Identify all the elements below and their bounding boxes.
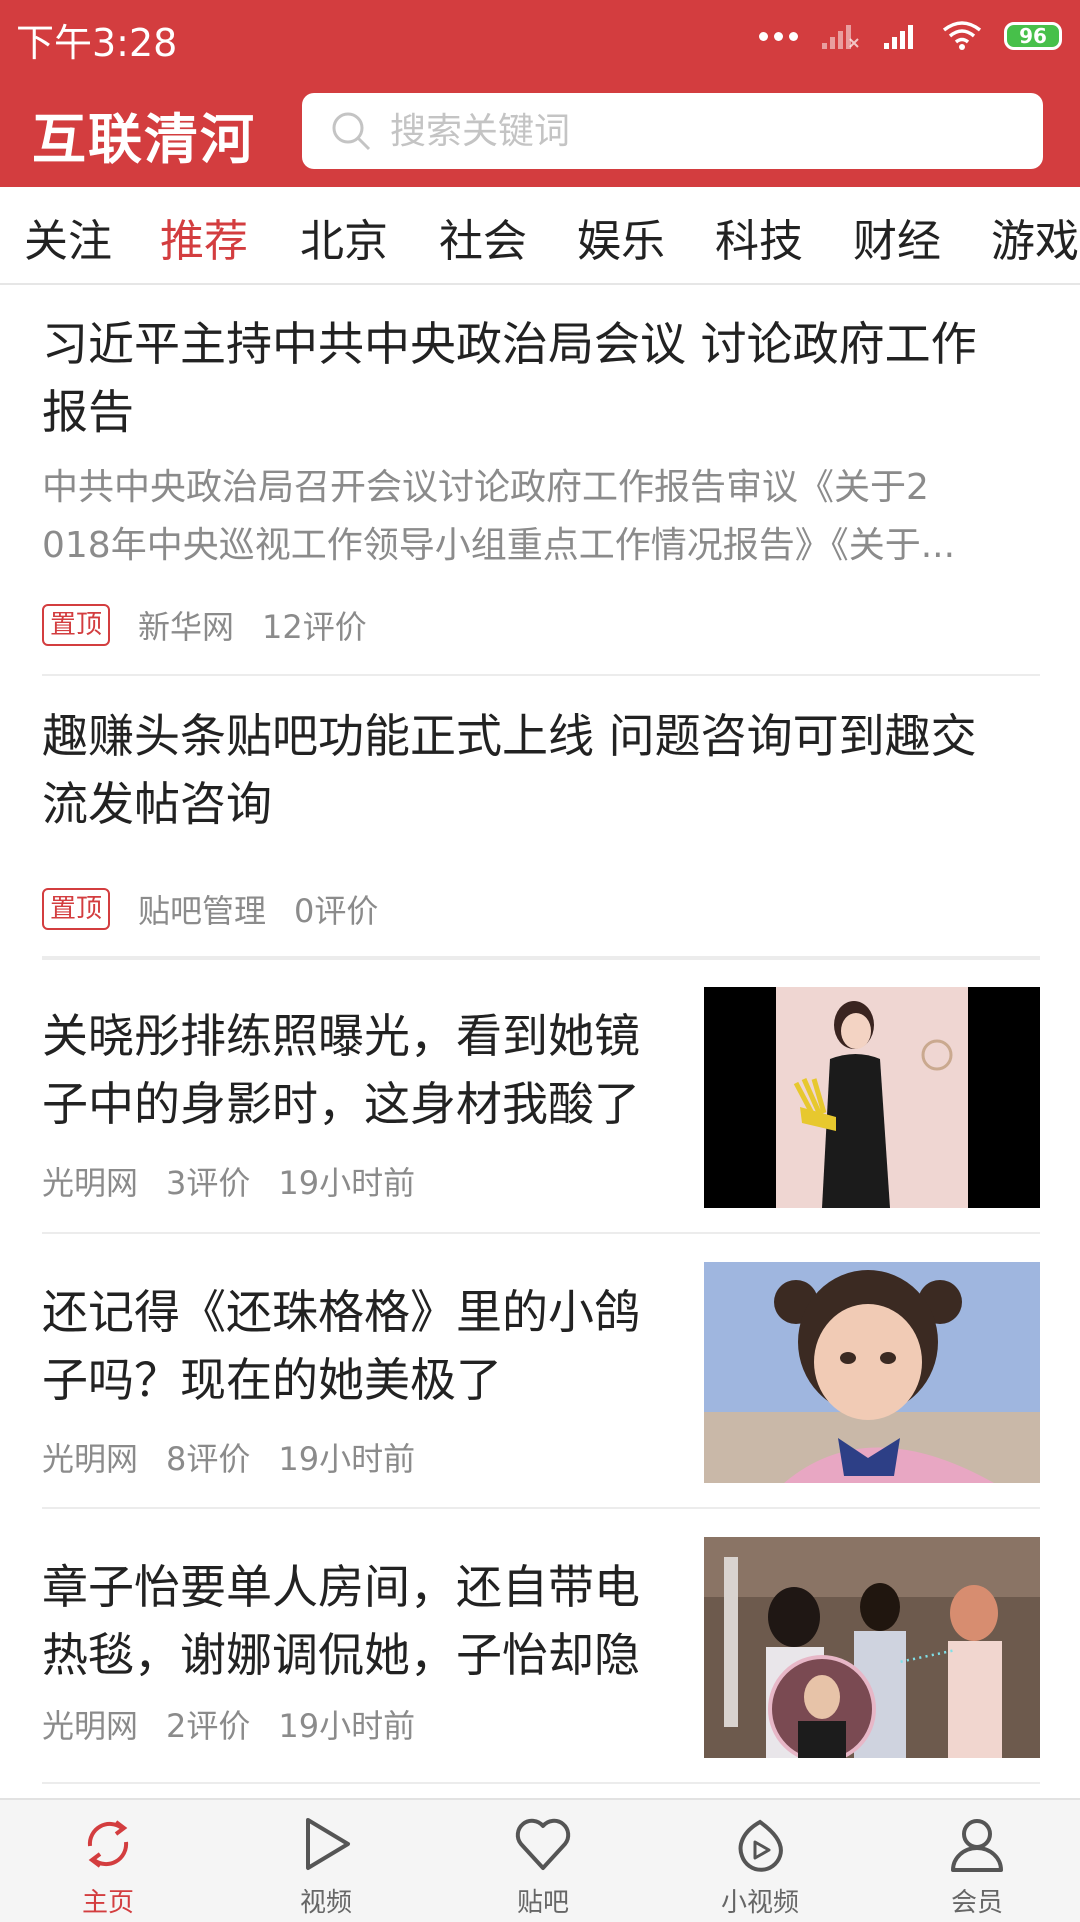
bottom-nav: 主页 视频 贴吧 小视频 会员 — [0, 1798, 1080, 1922]
article-title-line: 还记得《还珠格格》里的小鸽 — [42, 1285, 640, 1339]
article-comments: 3评价 — [166, 1164, 251, 1202]
tab-society[interactable]: 社会 — [439, 205, 527, 269]
category-tabs: 关注 推荐 北京 社会 娱乐 科技 财经 游戏 — [0, 187, 1080, 285]
nav-video[interactable]: 视频 — [251, 1812, 401, 1919]
signal-off-icon — [822, 25, 859, 49]
article-title-line: 习近平主持中共中央政治局会议 讨论政府工作 — [42, 317, 977, 371]
nav-label: 会员 — [950, 1888, 1003, 1918]
article-comments: 12评价 — [262, 608, 367, 646]
article-meta: 置顶 贴吧管理 0评价 — [42, 886, 378, 932]
app-title: 互联清河 — [32, 108, 256, 171]
article-summary-line: 018年中央巡视工作领导小组重点工作情况报告》《关于... — [42, 525, 956, 566]
nav-label: 小视频 — [720, 1888, 799, 1918]
pinned-badge: 置顶 — [42, 604, 111, 646]
divider — [42, 674, 1040, 676]
article-meta: 光明网 3评价 19小时前 — [42, 1158, 415, 1204]
nav-label: 主页 — [81, 1888, 134, 1918]
app-header: 下午3:28 96 互联清河 搜索关键词 — [0, 0, 1080, 187]
article-meta: 光明网 2评价 19小时前 — [42, 1701, 415, 1747]
search-input[interactable] — [388, 109, 992, 153]
divider — [42, 1782, 1040, 1784]
article-title-line: 子中的身影时，这身材我酸了 — [42, 1077, 640, 1131]
search-icon — [332, 112, 371, 151]
article-title-line: 报告 — [42, 385, 134, 439]
tab-follow[interactable]: 关注 — [24, 205, 112, 269]
article-source: 贴吧管理 — [138, 892, 267, 930]
signal-icon — [884, 25, 913, 49]
article-thumbnail[interactable] — [704, 987, 1040, 1208]
pinned-badge: 置顶 — [42, 888, 111, 930]
nav-label: 贴吧 — [516, 1888, 569, 1918]
article-title-line: 流发帖咨询 — [42, 777, 272, 831]
more-dots-icon — [759, 31, 798, 41]
wifi-icon — [942, 21, 982, 50]
short-video-icon — [738, 1819, 783, 1872]
article-title-line: 热毯，谢娜调侃她，子怡却隐 — [42, 1628, 640, 1682]
status-bar: 下午3:28 96 — [0, 0, 1080, 70]
battery-icon: 96 — [1004, 22, 1062, 50]
article-title-line: 趣赚头条贴吧功能正式上线 问题咨询可到趣交 — [42, 709, 977, 763]
search-box[interactable] — [302, 93, 1043, 169]
article-meta: 光明网 8评价 19小时前 — [42, 1434, 415, 1480]
nav-tieba[interactable]: 贴吧 — [468, 1812, 618, 1919]
article-title-line: 章子怡要单人房间，还自带电 — [42, 1560, 640, 1614]
article-title-line: 子吗？现在的她美极了 — [42, 1353, 502, 1407]
article-comments: 0评价 — [294, 892, 379, 930]
tab-finance[interactable]: 财经 — [853, 205, 941, 269]
article-source: 新华网 — [138, 608, 235, 646]
refresh-icon — [87, 1820, 129, 1868]
article-comments: 8评价 — [166, 1440, 251, 1478]
tab-recommend[interactable]: 推荐 — [160, 205, 248, 269]
tab-beijing[interactable]: 北京 — [300, 205, 388, 269]
divider — [42, 956, 1040, 960]
article-time: 19小时前 — [278, 1440, 416, 1478]
article-title-line: 关晓彤排练照曝光，看到她镜 — [42, 1009, 640, 1063]
tab-technology[interactable]: 科技 — [715, 205, 803, 269]
article-time: 19小时前 — [278, 1707, 416, 1745]
article-summary-line: 中共中央政治局召开会议讨论政府工作报告审议《关于2 — [42, 467, 929, 508]
article-thumbnail[interactable]: ········· — [704, 1537, 1040, 1758]
article-meta: 置顶 新华网 12评价 — [42, 602, 367, 648]
play-icon — [306, 1818, 350, 1870]
article-source: 光明网 — [42, 1164, 139, 1202]
nav-member[interactable]: 会员 — [902, 1812, 1052, 1919]
divider — [42, 1232, 1040, 1234]
status-time: 下午3:28 — [16, 21, 178, 65]
article-time: 19小时前 — [278, 1164, 416, 1202]
nav-label: 视频 — [299, 1888, 352, 1918]
nav-home[interactable]: 主页 — [33, 1812, 183, 1919]
status-icons: 96 — [759, 14, 1062, 58]
nav-short-video[interactable]: 小视频 — [685, 1812, 835, 1919]
article-source: 光明网 — [42, 1707, 139, 1745]
heart-icon — [515, 1818, 571, 1870]
article-source: 光明网 — [42, 1440, 139, 1478]
tab-entertainment[interactable]: 娱乐 — [577, 205, 665, 269]
tab-games[interactable]: 游戏 — [991, 205, 1079, 269]
divider — [42, 1507, 1040, 1509]
article-thumbnail[interactable] — [704, 1262, 1040, 1483]
article-comments: 2评价 — [166, 1707, 251, 1745]
user-icon — [951, 1819, 1003, 1872]
